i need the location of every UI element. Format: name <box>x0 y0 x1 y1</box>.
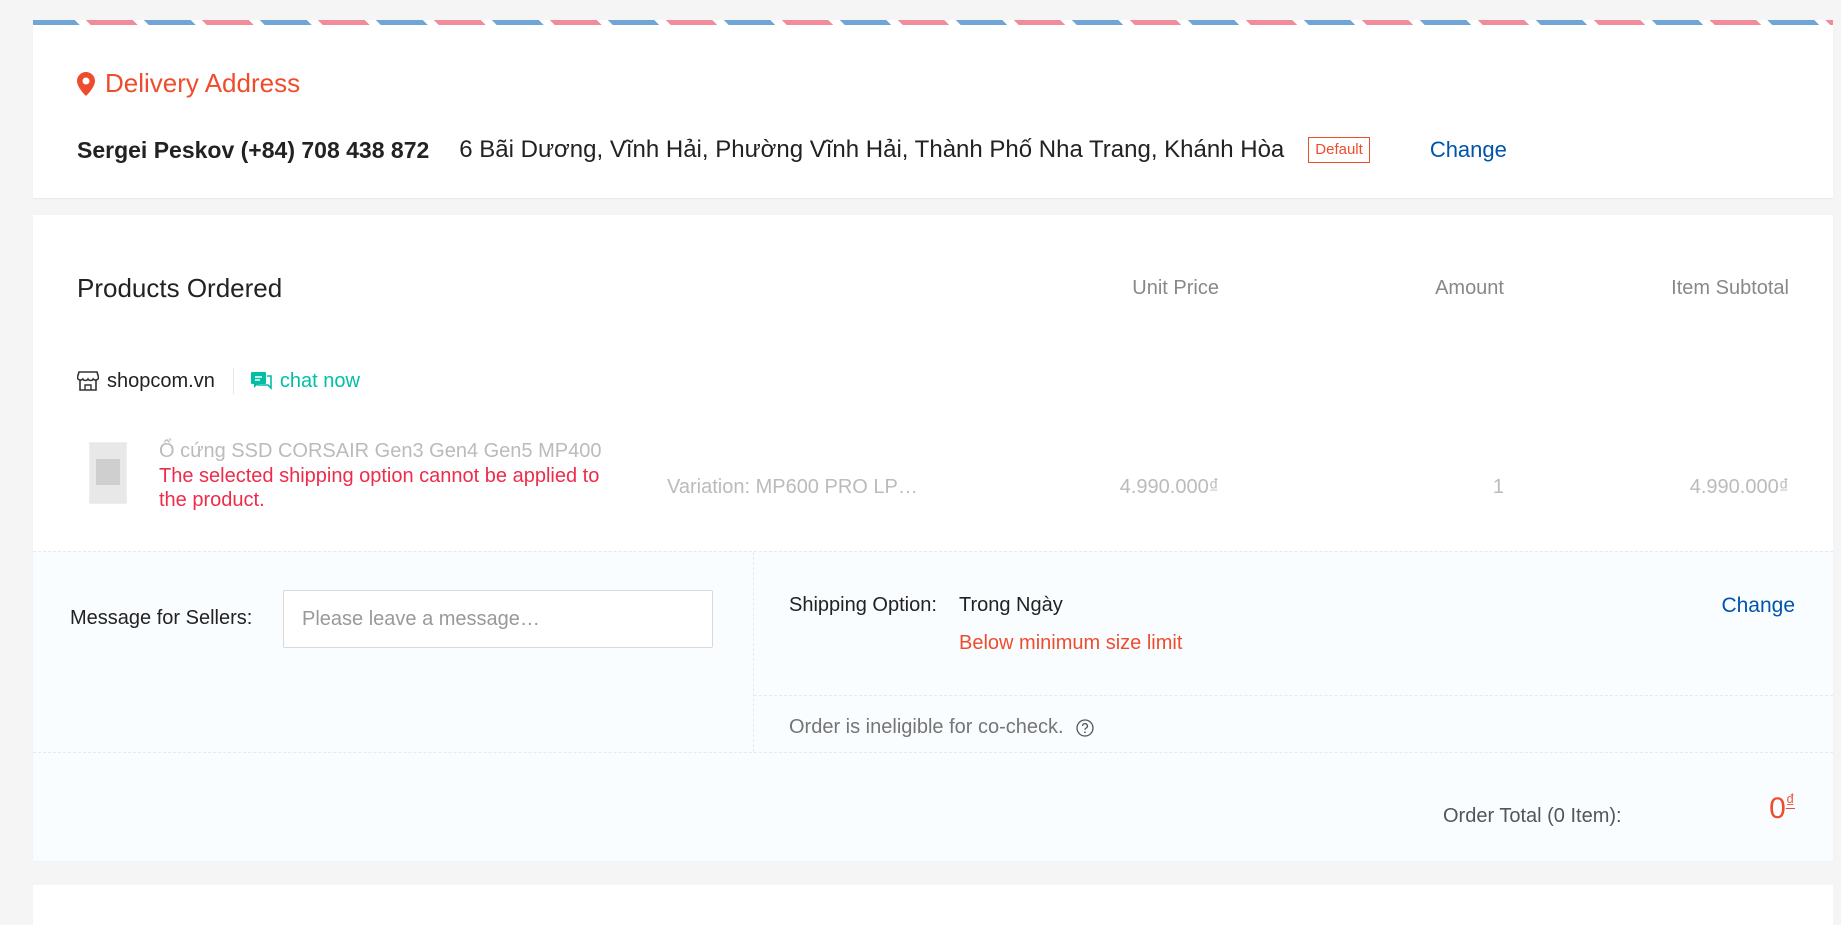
delivery-address-title-text: Delivery Address <box>105 68 301 98</box>
product-variation: Variation: MP600 PRO LP… <box>667 476 918 498</box>
chat-icon <box>250 371 272 391</box>
amount-header: Amount <box>1435 277 1504 299</box>
shop-divider <box>232 368 234 394</box>
message-for-sellers-section: Message for Sellers: <box>33 552 754 752</box>
envelope-stripe <box>33 20 1833 25</box>
address-row: Sergei Peskov (+84) 708 438 872 6 Bãi Dư… <box>77 132 1507 168</box>
change-address-button[interactable]: Change <box>1430 137 1507 163</box>
order-total-label: Order Total (0 Item): <box>1443 805 1622 827</box>
order-total-currency: ₫ <box>1785 791 1795 811</box>
cocheck-notice: Order is ineligible for co-check. <box>789 716 1094 739</box>
product-shipping-error: The selected shipping option cannot be a… <box>159 465 600 511</box>
shop-row: shopcom.vn chat now <box>77 365 360 397</box>
shipping-message-area: Message for Sellers: Shipping Option: Tr… <box>33 551 1833 861</box>
product-thumbnail <box>89 442 127 504</box>
delivery-address-title: Delivery Address <box>77 68 300 99</box>
order-total-value: 0₫ <box>1769 791 1795 826</box>
shipping-option-section: Shipping Option: Trong Ngày Below minimu… <box>754 552 1833 752</box>
chat-now-label: chat now <box>279 369 360 392</box>
products-header: Products Ordered Unit Price Amount Item … <box>77 273 1789 313</box>
chat-now-button[interactable]: chat now <box>250 370 360 393</box>
product-item-row: Ổ cứng SSD CORSAIR Gen3 Gen4 Gen5 MP400 … <box>77 430 1789 540</box>
products-ordered-card: Products Ordered Unit Price Amount Item … <box>33 215 1833 861</box>
shipping-option-row: Shipping Option: Trong Ngày Below minimu… <box>754 552 1833 696</box>
product-name: Ổ cứng SSD CORSAIR Gen3 Gen4 Gen5 MP400 <box>159 440 602 462</box>
order-total-amount: 0 <box>1769 792 1786 825</box>
address-line: 6 Bãi Dương, Vĩnh Hải, Phường Vĩnh Hải, … <box>459 136 1285 163</box>
store-icon <box>77 371 99 391</box>
product-subtotal: 4.990.000₫ <box>1689 476 1789 498</box>
unit-price-header: Unit Price <box>1132 277 1219 299</box>
change-shipping-button[interactable]: Change <box>1721 594 1795 618</box>
shipping-warning: Below minimum size limit <box>959 632 1183 654</box>
shipping-option-label: Shipping Option: <box>789 594 937 616</box>
next-section-card <box>33 885 1833 925</box>
shipping-option-value: Trong Ngày <box>959 594 1063 616</box>
message-input[interactable] <box>283 590 713 648</box>
location-pin-icon <box>77 71 95 96</box>
default-badge: Default <box>1308 137 1370 163</box>
item-subtotal-header: Item Subtotal <box>1671 277 1789 299</box>
recipient-name-phone: Sergei Peskov (+84) 708 438 872 <box>77 136 430 163</box>
product-amount: 1 <box>1492 476 1504 498</box>
shop-name[interactable]: shopcom.vn <box>107 370 215 393</box>
cocheck-text: Order is ineligible for co-check. <box>789 716 1064 738</box>
question-circle-icon[interactable] <box>1075 718 1094 737</box>
message-for-sellers-label: Message for Sellers: <box>70 607 253 629</box>
products-ordered-title: Products Ordered <box>77 273 283 303</box>
delivery-address-card: Delivery Address Sergei Peskov (+84) 708… <box>33 20 1833 198</box>
order-total-row: Order Total (0 Item): 0₫ <box>33 752 1833 862</box>
product-unit-price: 4.990.000₫ <box>1119 476 1219 498</box>
